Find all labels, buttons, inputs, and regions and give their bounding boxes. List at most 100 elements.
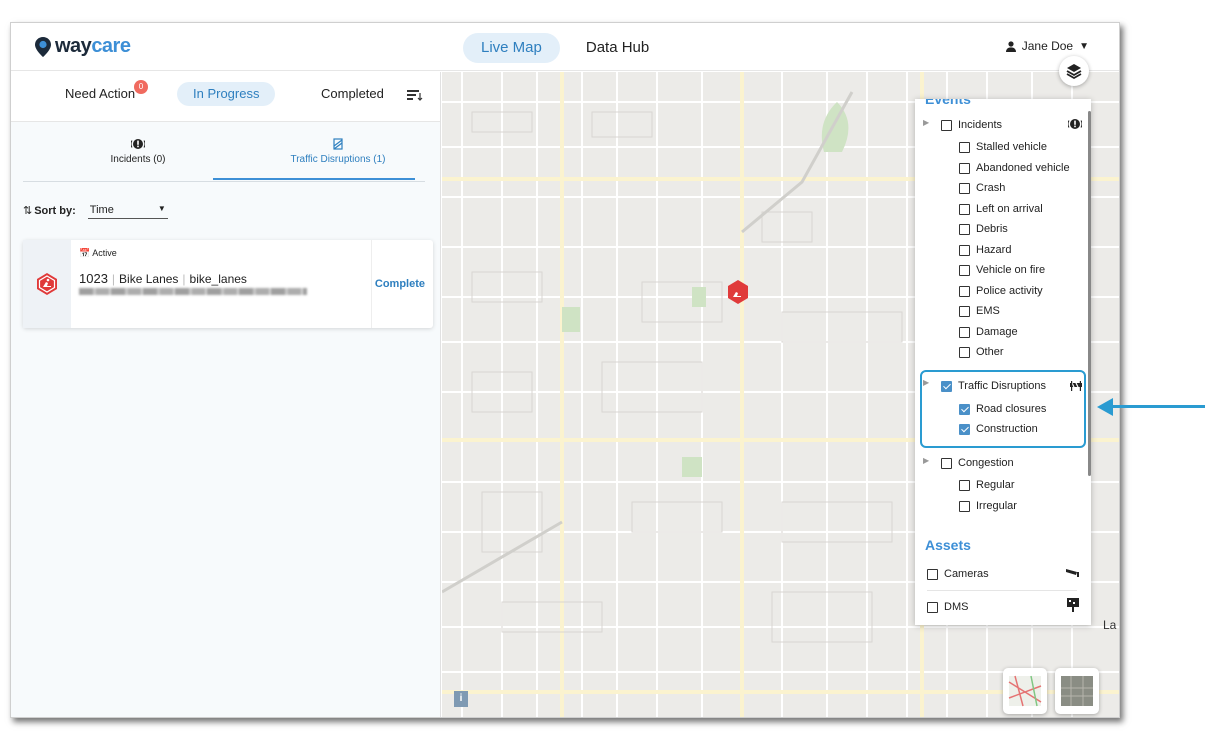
incidents-checkbox[interactable]	[941, 119, 952, 131]
user-icon	[1005, 40, 1016, 52]
dropdown-caret-icon: ▼	[157, 204, 166, 213]
card-title: 1023 | Bike Lanes | bike_lanes	[79, 271, 247, 286]
card-status-label: Active	[92, 248, 117, 258]
annotation-arrow	[1112, 405, 1205, 408]
layer-ems[interactable]: EMS	[959, 305, 1000, 317]
layer-label: Crash	[976, 182, 1006, 194]
layers-icon	[1066, 64, 1082, 80]
layer-left-on-arrival[interactable]: Left on arrival	[959, 203, 1043, 215]
tab-need-action[interactable]: Need Action	[65, 86, 135, 101]
top-bar: way care Live Map Data Hub Jane Doe ▼	[11, 23, 1119, 71]
checkbox[interactable]	[959, 203, 970, 215]
checkbox[interactable]	[959, 326, 970, 338]
checkbox[interactable]	[959, 141, 970, 153]
layer-stalled-vehicle[interactable]: Stalled vehicle	[959, 141, 1047, 153]
layer-other[interactable]: Other	[959, 346, 1004, 358]
layer-debris[interactable]: Debris	[959, 223, 1008, 235]
layer-abandoned-vehicle[interactable]: Abandoned vehicle	[959, 162, 1070, 174]
tab-data-hub[interactable]: Data Hub	[568, 33, 667, 63]
layer-regular[interactable]: Regular	[959, 479, 1015, 491]
street-map-thumbnail-icon	[1008, 675, 1042, 707]
satellite-toggle[interactable]	[1055, 668, 1099, 714]
layer-label: DMS	[944, 601, 969, 613]
highlight-box	[920, 370, 1086, 448]
checkbox[interactable]	[959, 182, 970, 194]
panel-scrollbar[interactable]	[1088, 111, 1091, 476]
construction-hex-icon	[37, 273, 57, 295]
card-id: 1023	[79, 271, 108, 286]
tab-in-progress[interactable]: In Progress	[177, 82, 276, 106]
checkbox[interactable]	[959, 479, 970, 491]
checkbox[interactable]	[959, 162, 970, 174]
incident-icon	[1068, 119, 1082, 129]
annotation-arrowhead	[1097, 398, 1113, 416]
status-tabs: Need Action 0 In Progress Completed	[11, 72, 440, 122]
layer-vehicle-on-fire[interactable]: Vehicle on fire	[959, 264, 1045, 276]
card-type: Bike Lanes	[119, 272, 179, 286]
layer-cameras[interactable]: Cameras	[927, 568, 989, 580]
layer-irregular[interactable]: Irregular	[959, 500, 1017, 512]
card-status: 📅 Active	[79, 248, 117, 259]
traffic-tab-label: Traffic Disruptions (1)	[290, 154, 386, 165]
main-nav: Live Map Data Hub	[463, 33, 667, 63]
info-button[interactable]: i	[454, 691, 468, 707]
sort-filter-icon[interactable]	[407, 88, 423, 102]
calendar-icon: 📅	[79, 248, 91, 258]
assets-header: Assets	[925, 537, 971, 553]
waycare-logo[interactable]: way care	[35, 35, 131, 58]
layer-label: Hazard	[976, 244, 1012, 256]
checkbox[interactable]	[959, 264, 970, 276]
pin-icon	[35, 36, 51, 57]
expand-congestion-icon[interactable]: ▶	[923, 456, 929, 465]
sort-label: Sort by:	[34, 204, 76, 217]
divider	[927, 590, 1077, 591]
layer-label: Police activity	[976, 285, 1043, 297]
satellite-thumbnail-icon	[1061, 676, 1093, 706]
layer-crash[interactable]: Crash	[959, 182, 1005, 194]
layer-label: Other	[976, 346, 1004, 358]
layers-panel: Events ▶ Incidents Stalled vehicle Aband…	[915, 99, 1091, 625]
traffic-disruption-icon	[333, 138, 343, 150]
event-card[interactable]: 📅 Active 1023 | Bike Lanes | bike_lanes Comp…	[23, 240, 433, 328]
tab-completed[interactable]: Completed	[321, 86, 384, 101]
tab-live-map[interactable]: Live Map	[463, 33, 560, 63]
checkbox[interactable]	[959, 500, 970, 512]
complete-button[interactable]: Complete	[375, 278, 425, 290]
tab-traffic-disruptions[interactable]: Traffic Disruptions (1)	[263, 138, 413, 165]
congestion-checkbox[interactable]	[941, 457, 952, 469]
sort-value: Time	[89, 204, 114, 216]
sort-select[interactable]: Time ▼	[87, 202, 168, 219]
card-subtype: bike_lanes	[189, 272, 247, 286]
layer-label: Irregular	[976, 500, 1017, 512]
checkbox[interactable]	[959, 285, 970, 297]
event-type-tabs: Incidents (0) Traffic Disruptions (1)	[23, 132, 425, 182]
checkbox[interactable]	[959, 346, 970, 358]
incidents-tab-label: Incidents (0)	[110, 154, 166, 165]
user-name: Jane Doe	[1021, 39, 1074, 53]
layer-congestion-label: Congestion	[958, 457, 1014, 469]
layer-police-activity[interactable]: Police activity	[959, 285, 1043, 297]
sort-arrows-icon: ⇅	[23, 205, 33, 217]
layer-damage[interactable]: Damage	[959, 326, 1018, 338]
layer-label: Vehicle on fire	[976, 264, 1046, 276]
logo-text-care: care	[91, 35, 131, 57]
layer-label: Debris	[976, 223, 1008, 235]
checkbox[interactable]	[959, 223, 970, 235]
layer-incidents[interactable]: Incidents	[941, 119, 1002, 131]
checkbox[interactable]	[959, 305, 970, 317]
dms-sign-icon	[1067, 598, 1079, 612]
checkbox[interactable]	[927, 601, 938, 613]
chevron-down-icon: ▼	[1079, 40, 1089, 52]
expand-incidents-icon[interactable]: ▶	[923, 118, 929, 127]
complete-column: Complete	[371, 240, 433, 328]
sort-row: ⇅ Sort by: Time ▼	[23, 202, 168, 219]
layer-dms[interactable]: DMS	[927, 601, 968, 613]
map-style-toggle[interactable]	[1003, 668, 1047, 714]
checkbox[interactable]	[959, 244, 970, 256]
tab-incidents[interactable]: Incidents (0)	[83, 138, 193, 165]
layer-congestion[interactable]: Congestion	[941, 457, 1014, 469]
user-menu[interactable]: Jane Doe ▼	[1005, 39, 1089, 53]
checkbox[interactable]	[927, 568, 938, 580]
layers-button[interactable]	[1059, 56, 1089, 86]
layer-hazard[interactable]: Hazard	[959, 244, 1011, 256]
